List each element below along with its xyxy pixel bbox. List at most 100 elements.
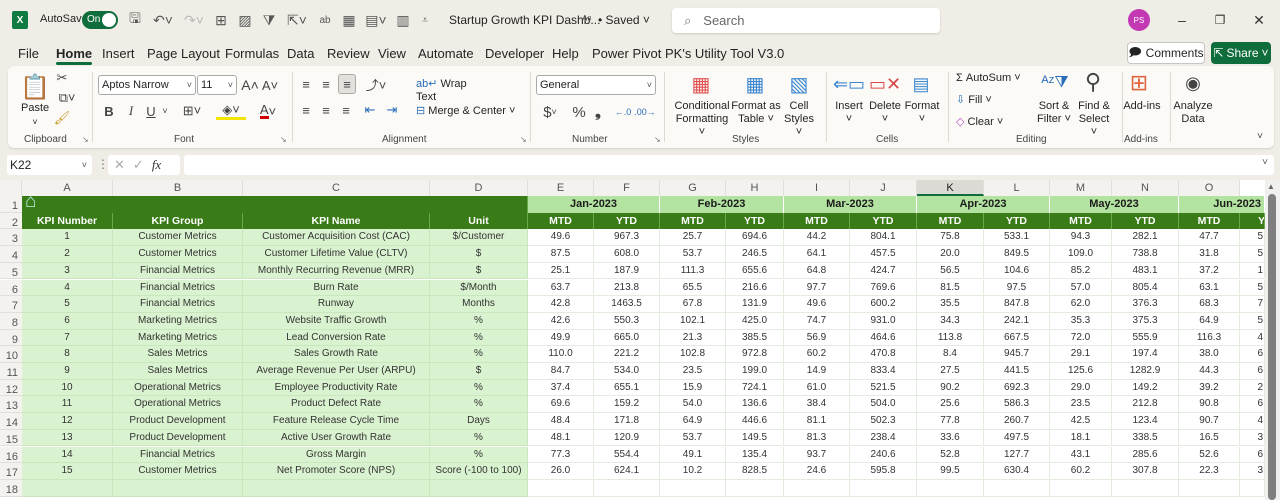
empty-cell[interactable]: [430, 479, 528, 497]
ytd-value-cell[interactable]: 376.3: [1112, 296, 1179, 313]
ytd-value-cell[interactable]: 446.6: [726, 413, 784, 430]
ytd-value-cell[interactable]: 497.5: [984, 429, 1050, 447]
kpi-num-cell[interactable]: 1: [22, 229, 113, 247]
ytd-value-cell[interactable]: 6: [1240, 446, 1265, 464]
sort-filter-button[interactable]: Sort & Filter ˅: [1034, 100, 1074, 126]
mtd-value-cell[interactable]: 102.1: [660, 312, 726, 330]
freeze-panes-icon[interactable]: ▦: [340, 10, 358, 30]
alignment-launcher-icon[interactable]: ↘: [520, 135, 527, 144]
merge-center-button[interactable]: ⊟ Merge & Center ˅: [416, 105, 528, 118]
ytd-value-cell[interactable]: 131.9: [726, 296, 784, 313]
mtd-value-cell[interactable]: 56.5: [917, 262, 984, 280]
ytd-value-cell[interactable]: 534.0: [594, 363, 660, 380]
copy-icon[interactable]: ⧉˅: [54, 90, 80, 106]
kpi-unit-cell[interactable]: %: [430, 396, 528, 414]
ytd-value-cell[interactable]: 738.8: [1112, 246, 1179, 263]
mtd-value-cell[interactable]: 69.6: [528, 396, 594, 414]
ytd-value-cell[interactable]: 586.3: [984, 396, 1050, 414]
kpi-unit-cell[interactable]: %: [430, 312, 528, 330]
borders-icon[interactable]: ⊞˅: [178, 102, 206, 120]
ytd-value-cell[interactable]: 338.5: [1112, 429, 1179, 447]
empty-cell[interactable]: [917, 479, 984, 497]
find-select-icon[interactable]: ⚲: [1078, 68, 1108, 96]
ytd-value-cell[interactable]: 97.5: [984, 279, 1050, 297]
mtd-value-cell[interactable]: 37.4: [528, 379, 594, 397]
comma-button[interactable]: ❟: [592, 102, 604, 122]
mtd-value-cell[interactable]: 64.9: [660, 413, 726, 430]
mtd-value-cell[interactable]: 49.1: [660, 446, 726, 464]
mtd-value-cell[interactable]: 25.1: [528, 262, 594, 280]
mtd-value-cell[interactable]: 53.7: [660, 246, 726, 263]
kpi-num-cell[interactable]: 7: [22, 329, 113, 347]
ytd-value-cell[interactable]: 149.5: [726, 429, 784, 447]
column-header-i[interactable]: I: [784, 180, 850, 196]
column-header-f[interactable]: F: [594, 180, 660, 196]
mtd-value-cell[interactable]: 44.2: [784, 229, 850, 247]
font-launcher-icon[interactable]: ↘: [280, 135, 287, 144]
ytd-value-cell[interactable]: 533.1: [984, 229, 1050, 247]
ytd-value-cell[interactable]: 7: [1240, 296, 1265, 313]
format-painter-icon[interactable]: 🖌: [54, 110, 71, 126]
kpi-num-cell[interactable]: 4: [22, 279, 113, 297]
ytd-value-cell[interactable]: 441.5: [984, 363, 1050, 380]
mtd-value-cell[interactable]: 110.0: [528, 346, 594, 363]
mtd-value-cell[interactable]: 68.3: [1179, 296, 1240, 313]
tab-power-pivot[interactable]: Power Pivot: [592, 46, 661, 61]
mtd-value-cell[interactable]: 49.6: [784, 296, 850, 313]
column-header-a[interactable]: A: [22, 180, 113, 196]
tab-file[interactable]: File: [18, 46, 39, 61]
ytd-value-cell[interactable]: 221.2: [594, 346, 660, 363]
kpi-name-cell[interactable]: Employee Productivity Rate: [243, 379, 430, 397]
insert-cells-button[interactable]: Insert ˅: [832, 100, 866, 126]
kpi-name-cell[interactable]: Product Defect Rate: [243, 396, 430, 414]
row-header-18[interactable]: 18: [0, 479, 22, 497]
mtd-value-cell[interactable]: 63.7: [528, 279, 594, 297]
column-header-o[interactable]: O: [1179, 180, 1240, 196]
kpi-group-cell[interactable]: Financial Metrics: [113, 446, 243, 464]
mtd-value-cell[interactable]: 26.0: [528, 463, 594, 480]
font-size-dropdown[interactable]: 11 ˅: [197, 75, 237, 95]
formula-input[interactable]: ˅: [184, 155, 1274, 175]
undo-icon[interactable]: ↶˅: [150, 10, 176, 30]
customize-qat-icon[interactable]: ⩡: [418, 10, 432, 30]
ytd-value-cell[interactable]: 123.4: [1112, 413, 1179, 430]
ytd-value-cell[interactable]: 1282.9: [1112, 363, 1179, 380]
empty-cell[interactable]: [113, 479, 243, 497]
ytd-value-cell[interactable]: 5: [1240, 312, 1265, 330]
mtd-value-cell[interactable]: 33.6: [917, 429, 984, 447]
analyze-data-icon[interactable]: ◉: [1180, 70, 1206, 96]
mtd-value-cell[interactable]: 49.6: [528, 229, 594, 247]
kpi-group-cell[interactable]: Product Development: [113, 429, 243, 447]
collapse-ribbon-icon[interactable]: ˅: [1254, 130, 1266, 142]
kpi-group-cell[interactable]: Financial Metrics: [113, 279, 243, 297]
align-right-icon[interactable]: ≡: [338, 100, 354, 120]
ytd-value-cell[interactable]: 213.8: [594, 279, 660, 297]
mtd-value-cell[interactable]: 52.6: [1179, 446, 1240, 464]
wrap-text-qat-icon[interactable]: ab: [316, 10, 334, 30]
cancel-icon[interactable]: ✕: [114, 157, 125, 173]
row-header-12[interactable]: 12: [0, 379, 22, 397]
ytd-value-cell[interactable]: 521.5: [850, 379, 917, 397]
paste-icon[interactable]: 📋: [20, 72, 50, 102]
ytd-value-cell[interactable]: 6: [1240, 346, 1265, 363]
mtd-value-cell[interactable]: 29.1: [1050, 346, 1112, 363]
kpi-unit-cell[interactable]: %: [430, 379, 528, 397]
kpi-num-cell[interactable]: 5: [22, 296, 113, 313]
kpi-unit-cell[interactable]: $: [430, 246, 528, 263]
kpi-group-cell[interactable]: Operational Metrics: [113, 379, 243, 397]
increase-decimal-icon[interactable]: ←.0: [614, 102, 632, 122]
mtd-value-cell[interactable]: 18.1: [1050, 429, 1112, 447]
ytd-value-cell[interactable]: 425.0: [726, 312, 784, 330]
column-header-c[interactable]: C: [243, 180, 430, 196]
ytd-value-cell[interactable]: 3: [1240, 429, 1265, 447]
cell-styles-icon[interactable]: ▧: [786, 72, 812, 96]
column-header-k[interactable]: K: [917, 180, 984, 196]
kpi-unit-cell[interactable]: $: [430, 262, 528, 280]
clear-button[interactable]: ◇ Clear ˅: [956, 116, 1012, 129]
mtd-value-cell[interactable]: 61.0: [784, 379, 850, 397]
mtd-value-cell[interactable]: 113.8: [917, 329, 984, 347]
mtd-value-cell[interactable]: 56.9: [784, 329, 850, 347]
ytd-value-cell[interactable]: 6: [1240, 396, 1265, 414]
save-icon[interactable]: 🖫: [126, 10, 144, 30]
ytd-value-cell[interactable]: 246.5: [726, 246, 784, 263]
